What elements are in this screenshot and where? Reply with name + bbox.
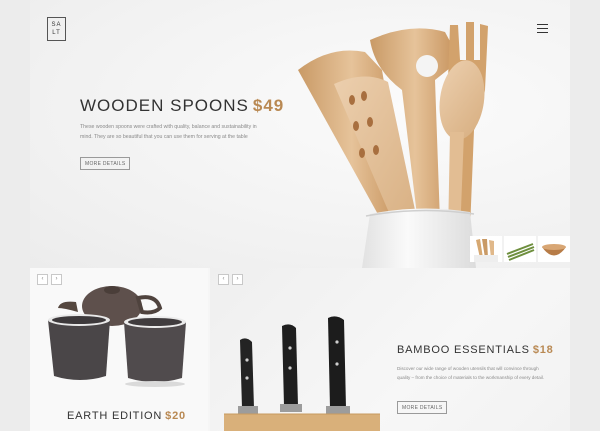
- thumbnail-asparagus[interactable]: [504, 236, 536, 262]
- thumbnail-wooden-utensils[interactable]: [470, 236, 502, 262]
- wooden-utensils-image: [298, 22, 488, 268]
- hero-thumbnails: [470, 236, 570, 262]
- page-frame: SA LT WOODEN SPOONS $49 These wooden spoo…: [30, 0, 570, 431]
- earth-price: $20: [165, 410, 186, 422]
- thumbnail-wooden-bowl[interactable]: [538, 236, 570, 262]
- earth-edition-title: EARTH EDITION $20: [67, 410, 186, 422]
- bamboo-more-details-button[interactable]: MORE DETAILS: [397, 401, 448, 414]
- bamboo-title-text: BAMBOO ESSENTIALS: [397, 344, 530, 356]
- bamboo-description: Discover our wide range of wooden utensi…: [397, 366, 545, 380]
- bamboo-essentials-title: BAMBOO ESSENTIALS $18: [397, 344, 554, 356]
- teapot-cups-image: [48, 286, 186, 387]
- earth-title-text: EARTH EDITION: [67, 410, 163, 422]
- hero-section: SA LT WOODEN SPOONS $49 These wooden spoo…: [30, 0, 570, 268]
- bamboo-price: $18: [532, 344, 554, 356]
- earth-edition-card: ‹ ›: [30, 268, 208, 431]
